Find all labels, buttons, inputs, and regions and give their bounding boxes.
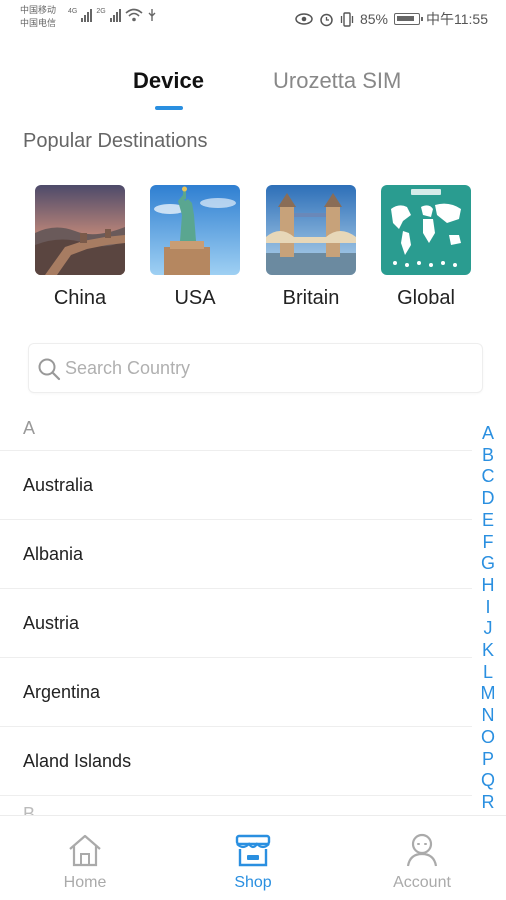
- index-letter-d[interactable]: D: [482, 488, 495, 510]
- search-icon: [38, 358, 61, 381]
- index-letter-g[interactable]: G: [481, 553, 495, 575]
- status-right: 85% 中午11:55: [295, 9, 488, 29]
- signal-icon: [81, 8, 93, 22]
- signal-indicators: 4G 2G: [68, 8, 157, 22]
- index-letter-m[interactable]: M: [481, 683, 496, 705]
- tab-device[interactable]: Device: [133, 68, 204, 94]
- country-list: Australia Albania Austria Argentina Alan…: [0, 450, 472, 824]
- index-letter-e[interactable]: E: [482, 510, 494, 532]
- destination-name: USA: [174, 287, 216, 309]
- status-bar: 中国移动 中国电信 4G 2G 85% 中午11:55: [0, 0, 506, 36]
- country-row-albania[interactable]: Albania: [0, 519, 472, 588]
- signal-icon-2: [109, 8, 121, 22]
- battery-percent: 85%: [359, 11, 388, 27]
- wifi-icon: [125, 8, 143, 22]
- nav-label-account: Account: [393, 874, 451, 891]
- destination-china[interactable]: China: [34, 185, 126, 310]
- country-row-argentina[interactable]: Argentina: [0, 657, 472, 726]
- index-letter-k[interactable]: K: [482, 640, 494, 662]
- country-row-australia[interactable]: Australia: [0, 450, 472, 519]
- bottom-navigation: Home Shop Account: [0, 815, 506, 900]
- destination-britain[interactable]: Britain: [265, 185, 357, 310]
- eye-icon: [295, 13, 313, 25]
- popular-destinations-title: Popular Destinations: [23, 130, 208, 152]
- carrier-2: 中国电信: [20, 18, 57, 28]
- battery-icon: [394, 13, 423, 25]
- destination-name: China: [53, 287, 107, 309]
- carrier-1: 中国移动: [20, 5, 57, 15]
- world-map-image: [381, 185, 471, 275]
- index-letter-i[interactable]: I: [485, 597, 490, 619]
- destination-name: Britain: [282, 287, 340, 309]
- index-letter-c[interactable]: C: [482, 466, 495, 488]
- nav-account[interactable]: Account: [372, 830, 472, 892]
- country-row-aland-islands[interactable]: Aland Islands: [0, 726, 472, 795]
- vibrate-icon: [340, 11, 354, 27]
- index-letter-r[interactable]: R: [482, 792, 495, 814]
- destination-global[interactable]: Global: [380, 185, 472, 310]
- section-header-a: A: [23, 418, 36, 438]
- home-icon: [69, 834, 101, 867]
- index-letter-n[interactable]: N: [482, 705, 495, 727]
- index-letter-q[interactable]: Q: [481, 770, 495, 792]
- search-input[interactable]: [65, 352, 465, 384]
- carrier-labels: 中国移动 中国电信: [20, 4, 56, 30]
- search-box[interactable]: [28, 343, 483, 393]
- index-letter-f[interactable]: F: [483, 532, 494, 554]
- tab-indicator: [155, 106, 183, 110]
- country-row-austria[interactable]: Austria: [0, 588, 472, 657]
- destination-name: Global: [397, 287, 455, 309]
- tower-bridge-image: [266, 185, 356, 275]
- network-type-1: 4G: [68, 8, 78, 15]
- nav-home[interactable]: Home: [35, 830, 135, 892]
- network-type-2: 2G: [96, 8, 106, 15]
- index-letter-b[interactable]: B: [482, 445, 494, 467]
- alphabet-index[interactable]: A B C D E F G H I J K L M N O P Q R: [478, 423, 498, 814]
- destination-usa[interactable]: USA: [149, 185, 241, 310]
- top-tabs: Device Urozetta SIM: [0, 64, 506, 114]
- index-letter-o[interactable]: O: [481, 727, 495, 749]
- index-letter-a[interactable]: A: [482, 423, 494, 445]
- index-letter-l[interactable]: L: [483, 662, 493, 684]
- shop-icon: [235, 834, 271, 867]
- nav-label-shop: Shop: [234, 874, 272, 891]
- tab-urozetta-sim[interactable]: Urozetta SIM: [273, 68, 401, 94]
- index-letter-p[interactable]: P: [482, 749, 494, 771]
- usb-icon: [148, 9, 156, 21]
- index-letter-j[interactable]: J: [484, 618, 493, 640]
- index-letter-h[interactable]: H: [482, 575, 495, 597]
- nav-shop[interactable]: Shop: [203, 830, 303, 892]
- account-icon: [406, 833, 438, 867]
- nav-label-home: Home: [63, 874, 107, 891]
- alarm-icon: [320, 13, 333, 26]
- clock: 中午11:55: [426, 11, 488, 27]
- great-wall-image: [35, 185, 125, 275]
- statue-of-liberty-image: [150, 185, 240, 275]
